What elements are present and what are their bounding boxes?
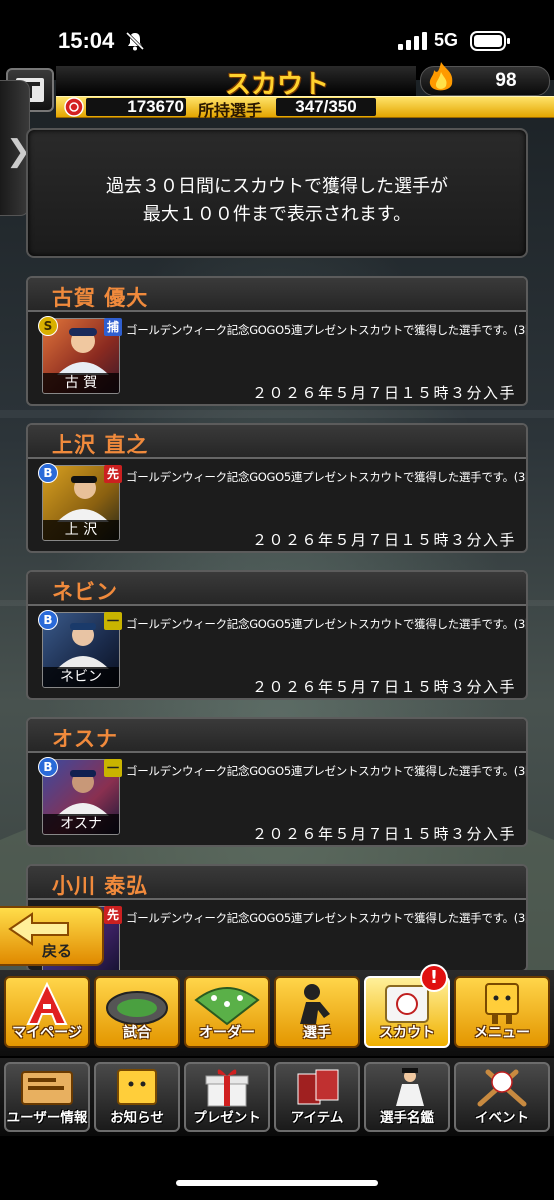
rank-badge: S [38, 316, 58, 336]
bat-ball-icon [477, 1069, 527, 1107]
submenu-user-info-button[interactable]: ユーザー情報 [4, 1062, 90, 1132]
acquisition-description: ゴールデンウィーク記念GOGO5連プレゼントスカウトで獲得した選手です。(3回目… [126, 764, 528, 778]
acquisition-description: ゴールデンウィーク記念GOGO5連プレゼントスカウトで獲得した選手です。(3回目… [126, 323, 528, 337]
submenu-item-button[interactable]: アイテム [274, 1062, 360, 1132]
submenu-event-button[interactable]: イベント [454, 1062, 550, 1132]
scout-history-card[interactable]: 古賀 優大 古 賀 S 捕 ゴールデンウィーク記念GOGO5連プレゼントスカウト… [26, 276, 528, 406]
signal-icon [398, 32, 427, 50]
status-time: 15:04 [58, 28, 115, 53]
rank-badge: B [38, 757, 58, 777]
player-name: 上沢 直之 [52, 433, 149, 457]
acquisition-date: ２０２６年５月７日１５時３分入手 [251, 384, 516, 402]
home-indicator[interactable] [176, 1180, 378, 1186]
acquisition-description: ゴールデンウィーク記念GOGO5連プレゼントスカウトで獲得した選手です。(3回目… [126, 617, 528, 631]
menu-menu-button[interactable]: メニュー [454, 976, 550, 1048]
player-name: オスナ [52, 727, 118, 751]
info-line-1: 過去３０日間にスカウトで獲得した選手が [106, 176, 448, 197]
scout-history-card[interactable]: オスナ オスナ B 一 ゴールデンウィーク記念GOGO5連プレゼントスカウトで獲… [26, 717, 528, 847]
card-header: オスナ [28, 719, 526, 753]
owned-players-count: 347/350 [295, 97, 357, 116]
flame-ticket-icon [429, 62, 453, 91]
silent-bell-icon [125, 31, 145, 51]
submenu-label: お知らせ [110, 1110, 164, 1126]
position-badge: 先 [104, 906, 122, 924]
menu-player-button[interactable]: 選手 [274, 976, 360, 1048]
menu-label: スカウト [379, 1025, 435, 1041]
notice-icon [117, 1069, 157, 1105]
item-icon [297, 1069, 339, 1105]
submenu-label: 選手名鑑 [380, 1110, 434, 1126]
acquisition-date: ２０２６年５月７日１５時３分入手 [251, 678, 516, 696]
thumbnail-label: 上 沢 [43, 520, 119, 540]
submenu-label: ユーザー情報 [6, 1110, 88, 1126]
rank-badge: B [38, 610, 58, 630]
owned-players-label: 所持選手 [198, 101, 263, 120]
notification-badge: ! [420, 964, 448, 992]
position-badge: 捕 [104, 318, 122, 336]
scout-history-card[interactable]: 上沢 直之 上 沢 B 先 ゴールデンウィーク記念GOGO5連プレゼントスカウト… [26, 423, 528, 553]
position-badge: 先 [104, 465, 122, 483]
submenu-label: イベント [475, 1110, 529, 1126]
battery-icon [470, 31, 510, 51]
menu-match-button[interactable]: 試合 [94, 976, 180, 1048]
gift-icon [205, 1069, 249, 1107]
ticket-count: 98 [495, 70, 517, 91]
thumbnail-label: オスナ [43, 814, 119, 834]
acquisition-description: ゴールデンウィーク記念GOGO5連プレゼントスカウトで獲得した選手です。(3回目… [126, 470, 528, 484]
player-name: ネビン [52, 580, 118, 604]
acquisition-description: ゴールデンウィーク記念GOGO5連プレゼントスカウトで獲得した選手です。(3回目… [126, 911, 528, 925]
submenu-notice-button[interactable]: お知らせ [94, 1062, 180, 1132]
info-line-2: 最大１００件まで表示されます。 [142, 204, 412, 225]
player-name: 小川 泰弘 [52, 874, 149, 898]
coin-count: 173670 [127, 97, 184, 116]
player-name: 古賀 優大 [52, 286, 149, 310]
menu-label: マイページ [12, 1025, 82, 1041]
position-badge: 一 [104, 612, 122, 630]
position-badge: 一 [104, 759, 122, 777]
menu-mypage-button[interactable]: マイページ [4, 976, 90, 1048]
menu-label: 試合 [123, 1025, 151, 1041]
rank-badge: B [38, 463, 58, 483]
menu-label: メニュー [474, 1025, 530, 1041]
network-type: 5G [434, 30, 459, 50]
submenu-player-book-button[interactable]: 選手名鑑 [364, 1062, 450, 1132]
submenu-present-button[interactable]: プレゼント [184, 1062, 270, 1132]
card-header: 上沢 直之 [28, 425, 526, 459]
scout-history-card[interactable]: ネビン ネビン B 一 ゴールデンウィーク記念GOGO5連プレゼントスカウトで獲… [26, 570, 528, 700]
player-book-icon [396, 1068, 424, 1106]
card-header: 小川 泰弘 [28, 866, 526, 900]
menu-order-button[interactable]: オーダー [184, 976, 270, 1048]
user-card-icon [21, 1071, 73, 1105]
acquisition-date: ２０２６年５月７日１５時３分入手 [251, 825, 516, 843]
menu-label: 選手 [303, 1025, 331, 1041]
submenu-label: プレゼント [193, 1110, 261, 1126]
acquisition-date: ２０２６年５月７日１５時３分入手 [251, 531, 516, 549]
menu-label: オーダー [199, 1025, 255, 1041]
back-button-label: 戻る [42, 942, 73, 960]
submenu-label: アイテム [290, 1110, 344, 1126]
card-header: ネビン [28, 572, 526, 606]
thumbnail-label: 古 賀 [43, 373, 119, 393]
coin-icon [64, 97, 84, 117]
thumbnail-label: ネビン [43, 667, 119, 687]
card-header: 古賀 優大 [28, 278, 526, 312]
